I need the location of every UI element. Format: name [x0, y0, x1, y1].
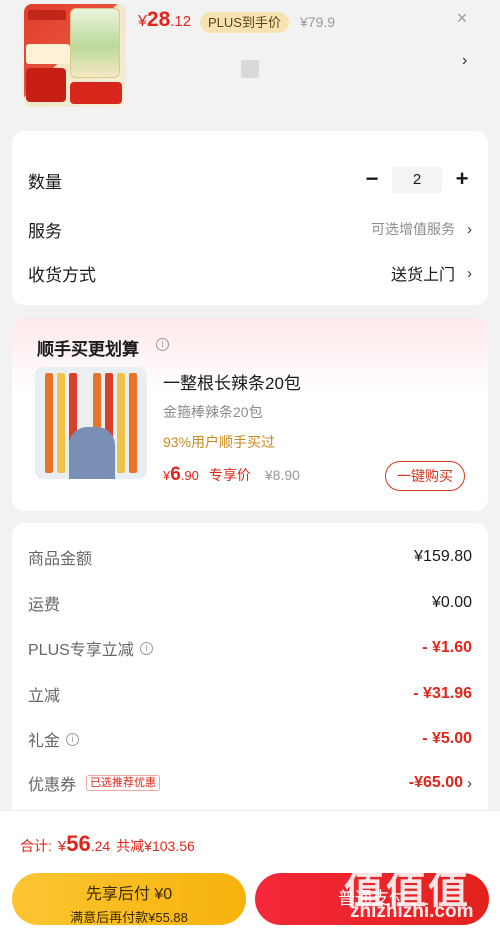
price-decimal: .12 [170, 13, 192, 30]
total-savings: 共减¥103.56 [116, 838, 195, 854]
plus-price-badge: PLUS到手价 [200, 12, 289, 33]
price-currency: ¥ [138, 13, 147, 30]
info-icon[interactable]: i [156, 338, 169, 351]
addon-price-currency: ¥ [163, 468, 171, 483]
addon-product-image[interactable] [35, 367, 147, 479]
snack-stick [117, 373, 125, 473]
thumbnail-brand-tag [28, 10, 66, 20]
person-figure [69, 427, 115, 479]
addon-original-price: ¥8.90 [264, 467, 300, 483]
thumbnail-promo-label [26, 44, 70, 64]
thumbnail-promo-badge [26, 68, 66, 102]
thumbnail-rice-bag [70, 8, 120, 78]
chevron-right-icon: › [467, 220, 472, 238]
chevron-right-icon: › [467, 774, 472, 792]
summary-row-shipping: 运费 ¥0.00 [28, 591, 472, 615]
chevron-right-icon: › [467, 264, 472, 282]
one-click-buy-button[interactable]: 一键购买 [385, 461, 465, 491]
addon-price: ¥ 6 .90 专享价 ¥8.90 [163, 464, 300, 486]
addon-price-integer: 6 [170, 464, 181, 485]
quantity-stepper: − 2 + [362, 167, 472, 193]
close-icon[interactable]: × [454, 9, 470, 27]
snack-stick [57, 373, 65, 473]
summary-label-wrap: 礼金 i [28, 727, 80, 751]
snack-stick [129, 373, 137, 473]
total-currency: ¥ [57, 838, 67, 855]
checkout-bar: 合计: ¥ 56 .24 共减¥103.56 先享后付 ¥0 满意后再付款¥55… [0, 810, 500, 933]
service-label: 服务 [28, 221, 62, 241]
delivery-label: 收货方式 [28, 265, 96, 285]
quantity-row: 数量 − 2 + [28, 165, 472, 195]
addon-card: 顺手买更划算 i 一整根长辣条20包 金箍棒辣条20包 93%用户顺手买过 ¥ … [12, 318, 488, 511]
quantity-input[interactable]: 2 [392, 167, 442, 193]
summary-row-instant-discount: 立减 - ¥31.96 [28, 682, 472, 706]
delivery-value: 送货上门 [390, 267, 455, 284]
info-icon[interactable]: i [139, 641, 153, 655]
total-label: 合计: [20, 838, 52, 854]
summary-label: 运费 [28, 597, 61, 614]
delivery-row[interactable]: 收货方式 送货上门 › [28, 258, 472, 288]
product-price: ¥ 28 .12 [138, 8, 191, 38]
summary-label: 立减 [28, 688, 61, 705]
price-summary-card: 商品金额 ¥159.80 运费 ¥0.00 PLUS专享立减 i - ¥1.60… [12, 523, 488, 823]
chevron-right-icon[interactable]: › [462, 52, 467, 70]
summary-label-wrap: 优惠券 已选推荐优惠 [28, 771, 161, 795]
quantity-label: 数量 [28, 172, 62, 192]
summary-label: 礼金 [28, 733, 61, 750]
summary-value: -¥65.00 [408, 774, 463, 791]
service-value: 可选增值服务 [371, 221, 455, 237]
original-price: ¥79.9 [300, 14, 336, 30]
pay-later-label: 先享后付 ¥0 [85, 886, 173, 903]
addon-price-decimal: .90 [180, 468, 199, 483]
summary-row-coupon[interactable]: 优惠券 已选推荐优惠 -¥65.00 › [28, 771, 472, 795]
thumbnail-discount-badge [70, 82, 122, 104]
options-card: 数量 − 2 + 服务 可选增值服务 › 收货方式 送货上门 › [12, 131, 488, 305]
summary-row-gift-money: 礼金 i - ¥5.00 [28, 727, 472, 751]
summary-label: PLUS专享立减 [28, 642, 134, 659]
summary-label: 商品金额 [28, 551, 93, 568]
service-row[interactable]: 服务 可选增值服务 › [28, 214, 472, 244]
addon-product-name[interactable]: 一整根长辣条20包 [163, 369, 301, 394]
summary-value: - ¥1.60 [422, 639, 472, 656]
pay-later-sublabel: 满意后再付款¥55.88 [70, 910, 188, 925]
summary-value: ¥159.80 [414, 548, 472, 565]
addon-product-subtitle: 金箍棒辣条20包 [163, 404, 263, 420]
placeholder-square [241, 60, 259, 78]
price-integer: 28 [146, 8, 171, 31]
snack-stick [45, 373, 53, 473]
coupon-selected-badge: 已选推荐优惠 [86, 775, 161, 791]
addon-price-tag: 专享价 [208, 467, 251, 483]
pay-later-button[interactable]: 先享后付 ¥0 满意后再付款¥55.88 [12, 873, 246, 925]
summary-row-plus-discount: PLUS专享立减 i - ¥1.60 [28, 636, 472, 660]
summary-value: - ¥31.96 [413, 685, 472, 702]
summary-label: 优惠券 [28, 777, 77, 794]
summary-label-wrap: PLUS专享立减 i [28, 636, 153, 660]
summary-value: ¥0.00 [431, 594, 472, 611]
summary-value: - ¥5.00 [422, 730, 472, 747]
normal-pay-button[interactable]: 普通支付 [255, 873, 489, 925]
product-header: ¥ 28 .12 PLUS到手价 ¥79.9 × › [0, 0, 500, 120]
increase-button[interactable]: + [452, 168, 472, 190]
decrease-button[interactable]: − [362, 168, 382, 190]
info-icon[interactable]: i [66, 732, 80, 746]
order-total: 合计: ¥ 56 .24 共减¥103.56 [20, 831, 195, 857]
total-decimal: .24 [90, 838, 111, 854]
coupon-value-wrap: -¥65.00 › [409, 774, 472, 792]
product-thumbnail[interactable] [24, 4, 126, 107]
summary-row-goods: 商品金额 ¥159.80 [28, 545, 472, 569]
total-integer: 56 [66, 831, 91, 856]
addon-title: 顺手买更划算 [37, 340, 139, 359]
addon-purchase-rate: 93%用户顺手买过 [163, 434, 276, 450]
